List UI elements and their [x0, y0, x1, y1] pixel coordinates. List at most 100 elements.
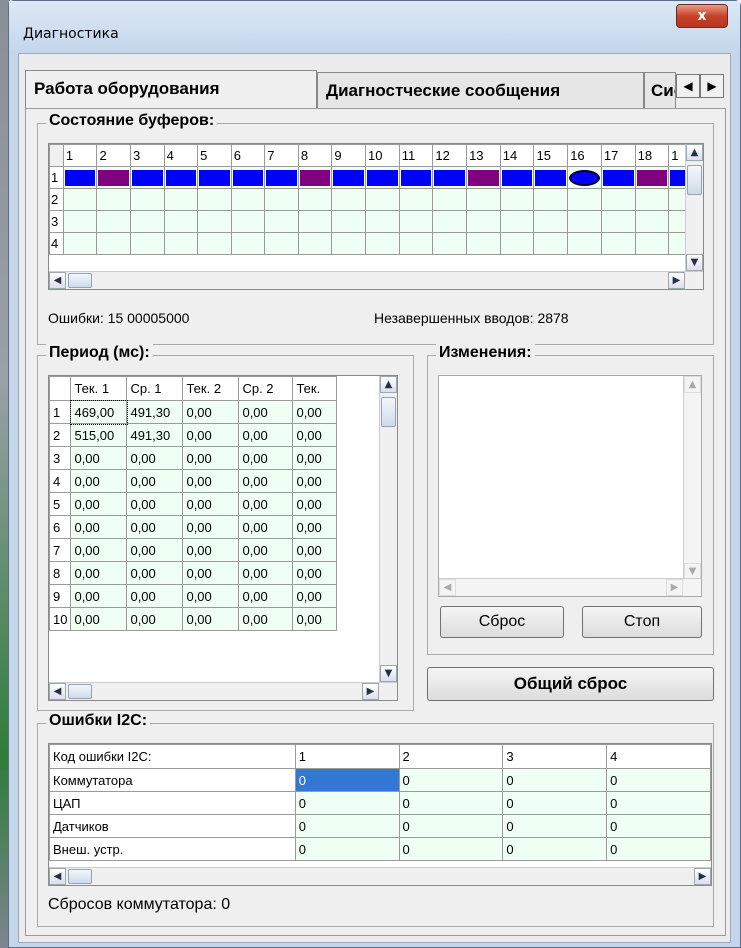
period-cell[interactable]: 0,00 [70, 469, 128, 493]
period-cell[interactable]: 0,00 [238, 446, 294, 470]
period-cell[interactable]: 0,00 [70, 515, 128, 539]
buffer-cell[interactable] [499, 210, 535, 233]
buffer-cell[interactable] [62, 232, 98, 255]
close-button[interactable]: x [676, 4, 728, 28]
period-cell[interactable]: 0,00 [182, 492, 240, 516]
period-cell[interactable]: 0,00 [182, 561, 240, 585]
buffers-grid[interactable]: 1 2 3 4 5 6 7 8 9 10 11 12 13 14 15 16 17 18 1 1 2 3 4 ▲ ▼ ◀ ▶ [48, 143, 704, 290]
buffer-cell[interactable] [533, 210, 569, 233]
changes-list[interactable]: ▲ ▼ ◀ ▶ [438, 375, 702, 597]
i2c-cell[interactable]: 0 [502, 837, 608, 861]
period-cell[interactable]: 0,00 [238, 538, 294, 562]
buffer-cell[interactable] [634, 166, 670, 189]
i2c-cell[interactable]: 0 [606, 837, 711, 861]
buffer-cell[interactable] [466, 166, 501, 189]
scroll-right-icon[interactable]: ▶ [668, 272, 685, 289]
period-cell[interactable]: 0,00 [182, 515, 240, 539]
period-cell[interactable]: 491,30 [126, 400, 184, 424]
i2c-cell[interactable]: 0 [606, 768, 711, 792]
period-cell[interactable]: 0,00 [292, 400, 338, 424]
period-cell[interactable]: 0,00 [238, 584, 294, 608]
buffer-cell[interactable] [432, 188, 468, 211]
buffer-cell[interactable] [96, 188, 132, 211]
buffer-cell[interactable] [264, 166, 299, 189]
scroll-down-icon[interactable]: ▼ [380, 665, 397, 682]
buffer-cell[interactable] [331, 232, 366, 255]
buffer-cell[interactable] [230, 166, 266, 189]
scroll-left-icon[interactable]: ◀ [49, 272, 66, 289]
i2c-cell[interactable]: 0 [294, 814, 400, 838]
scroll-left-icon[interactable]: ◀ [49, 868, 66, 885]
buffer-cell[interactable] [634, 210, 670, 233]
period-cell[interactable]: 0,00 [182, 607, 240, 631]
i2c-cell[interactable]: 0 [502, 814, 608, 838]
i2c-cell[interactable]: 0 [294, 837, 400, 861]
buffer-cell[interactable] [297, 210, 333, 233]
period-cell[interactable]: 515,00 [70, 423, 128, 447]
period-cell[interactable]: 0,00 [292, 561, 338, 585]
tab-equipment-operation[interactable]: Работа оборудования [25, 70, 317, 108]
period-cell[interactable]: 0,00 [182, 538, 240, 562]
i2c-cell[interactable]: 0 [606, 791, 711, 815]
buffer-cell[interactable] [197, 232, 232, 255]
buffer-cell[interactable] [331, 188, 366, 211]
scroll-thumb[interactable] [68, 684, 92, 699]
buffer-cell[interactable] [130, 188, 165, 211]
i2c-cell[interactable]: 0 [398, 814, 504, 838]
i2c-cell[interactable]: 0 [294, 768, 400, 792]
buffer-cell[interactable] [634, 188, 670, 211]
scroll-up-icon[interactable]: ▲ [684, 376, 701, 393]
period-cell[interactable]: 0,00 [126, 469, 184, 493]
buffer-cell[interactable] [567, 166, 602, 189]
buffer-cell[interactable] [466, 232, 501, 255]
scroll-left-icon[interactable]: ◀ [49, 683, 66, 700]
buffer-cell[interactable] [264, 188, 299, 211]
buffer-cell[interactable] [163, 166, 199, 189]
buffer-cell[interactable] [533, 232, 569, 255]
period-cell[interactable]: 0,00 [292, 469, 338, 493]
buffer-cell[interactable] [432, 210, 468, 233]
buffer-cell[interactable] [567, 210, 602, 233]
i2c-cell[interactable]: 0 [294, 791, 400, 815]
buffer-cell[interactable] [230, 232, 266, 255]
i2c-hscrollbar[interactable]: ◀ ▶ [49, 867, 711, 885]
scroll-thumb[interactable] [687, 165, 702, 195]
period-cell[interactable]: 0,00 [126, 538, 184, 562]
period-cell[interactable]: 0,00 [126, 584, 184, 608]
buffer-cell[interactable] [331, 166, 366, 189]
period-cell[interactable]: 0,00 [70, 446, 128, 470]
i2c-cell[interactable]: 0 [398, 791, 504, 815]
scroll-thumb[interactable] [68, 869, 92, 884]
period-cell[interactable]: 0,00 [292, 515, 338, 539]
buffer-cell[interactable] [197, 188, 232, 211]
scroll-down-icon[interactable]: ▼ [686, 254, 703, 271]
buffer-cell[interactable] [567, 188, 602, 211]
buffer-cell[interactable] [364, 210, 400, 233]
buffer-cell[interactable] [364, 166, 400, 189]
scroll-thumb[interactable] [381, 397, 396, 427]
scroll-up-icon[interactable]: ▲ [380, 376, 397, 393]
period-cell[interactable]: 0,00 [292, 607, 338, 631]
i2c-cell[interactable]: 0 [502, 791, 608, 815]
buffer-cell[interactable] [600, 188, 636, 211]
scroll-left-icon[interactable]: ◀ [439, 579, 456, 596]
period-cell[interactable]: 0,00 [70, 538, 128, 562]
buffer-cell[interactable] [130, 232, 165, 255]
tab-scroll-left-icon[interactable]: ◀ [676, 74, 700, 98]
reset-button[interactable]: Сброс [440, 606, 564, 638]
period-cell[interactable]: 0,00 [126, 446, 184, 470]
buffer-cell[interactable] [567, 232, 602, 255]
buffer-cell[interactable] [364, 232, 400, 255]
period-cell[interactable]: 0,00 [70, 584, 128, 608]
tab-system[interactable]: Сис [644, 72, 676, 108]
period-cell[interactable]: 0,00 [238, 400, 294, 424]
period-cell[interactable]: 0,00 [292, 492, 338, 516]
buffer-cell[interactable] [398, 210, 434, 233]
buffers-hscrollbar[interactable]: ◀ ▶ [49, 271, 703, 289]
period-cell[interactable]: 0,00 [292, 584, 338, 608]
buffer-cell[interactable] [62, 210, 98, 233]
buffer-cell[interactable] [297, 232, 333, 255]
buffer-cell[interactable] [163, 232, 199, 255]
period-cell[interactable]: 0,00 [182, 400, 240, 424]
period-cell[interactable]: 0,00 [238, 492, 294, 516]
